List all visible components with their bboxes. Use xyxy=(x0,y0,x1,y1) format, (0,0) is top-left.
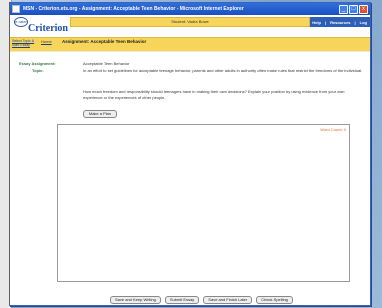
save-keep-writing-button[interactable]: Save and Keep Writing xyxy=(110,296,161,304)
help-link[interactable]: Help xyxy=(312,20,321,25)
submit-essay-button[interactable]: Submit Essay xyxy=(164,296,200,304)
nav-row: Select Topic & Start Essay Home Assignme… xyxy=(10,37,370,51)
top-links: Help | Resources | Log xyxy=(310,17,370,27)
student-name-bar: Student: Vadra Bowe xyxy=(70,17,310,27)
logo-badge: e-rater xyxy=(14,17,28,27)
maximize-button[interactable]: □ xyxy=(349,4,358,14)
topic-text-2: How much freedom and responsibility shou… xyxy=(83,89,345,100)
browser-window: MSN - Criterion.ets.org - Assignment: Ac… xyxy=(9,2,371,306)
word-count: Word Count: 0 xyxy=(320,127,346,132)
minimize-button[interactable]: _ xyxy=(339,4,348,14)
home-link[interactable]: Home xyxy=(41,39,52,44)
site-header: e-rater Criterion Student: Vadra Bowe He… xyxy=(10,15,370,51)
check-spelling-button[interactable]: Check Spelling xyxy=(256,296,293,304)
essay-assignment-value: Acceptable Teen Behavior xyxy=(83,61,130,66)
ie-icon xyxy=(12,5,20,13)
main-content: Essay Assignment: Acceptable Teen Behavi… xyxy=(10,52,370,305)
window-title: MSN - Criterion.ets.org - Assignment: Ac… xyxy=(23,6,244,12)
make-a-plan-button[interactable]: Make a Plan xyxy=(83,110,117,118)
link-separator: | xyxy=(324,19,327,25)
action-buttons: Save and Keep Writing Submit Essay Save … xyxy=(110,296,293,304)
essay-assignment-label: Essay Assignment: xyxy=(19,61,56,66)
resources-link[interactable]: Resources xyxy=(330,20,350,25)
topic-label: Topic: xyxy=(32,68,44,73)
select-topic-link[interactable]: Select Topic & Start Essay xyxy=(12,39,38,47)
logo-text: Criterion xyxy=(28,23,68,34)
assignment-title: Assignment: Acceptable Teen Behavior xyxy=(62,39,147,44)
save-finish-later-button[interactable]: Save and Finish Later xyxy=(203,296,253,304)
essay-textarea[interactable]: Word Count: 0 xyxy=(57,124,350,282)
title-bar[interactable]: MSN - Criterion.ets.org - Assignment: Ac… xyxy=(10,3,370,15)
link-separator: | xyxy=(354,19,356,25)
topic-text-1: In an effort to set guidelines for accep… xyxy=(83,68,363,73)
log-link[interactable]: Log xyxy=(360,20,367,25)
close-button[interactable]: x xyxy=(359,4,368,14)
